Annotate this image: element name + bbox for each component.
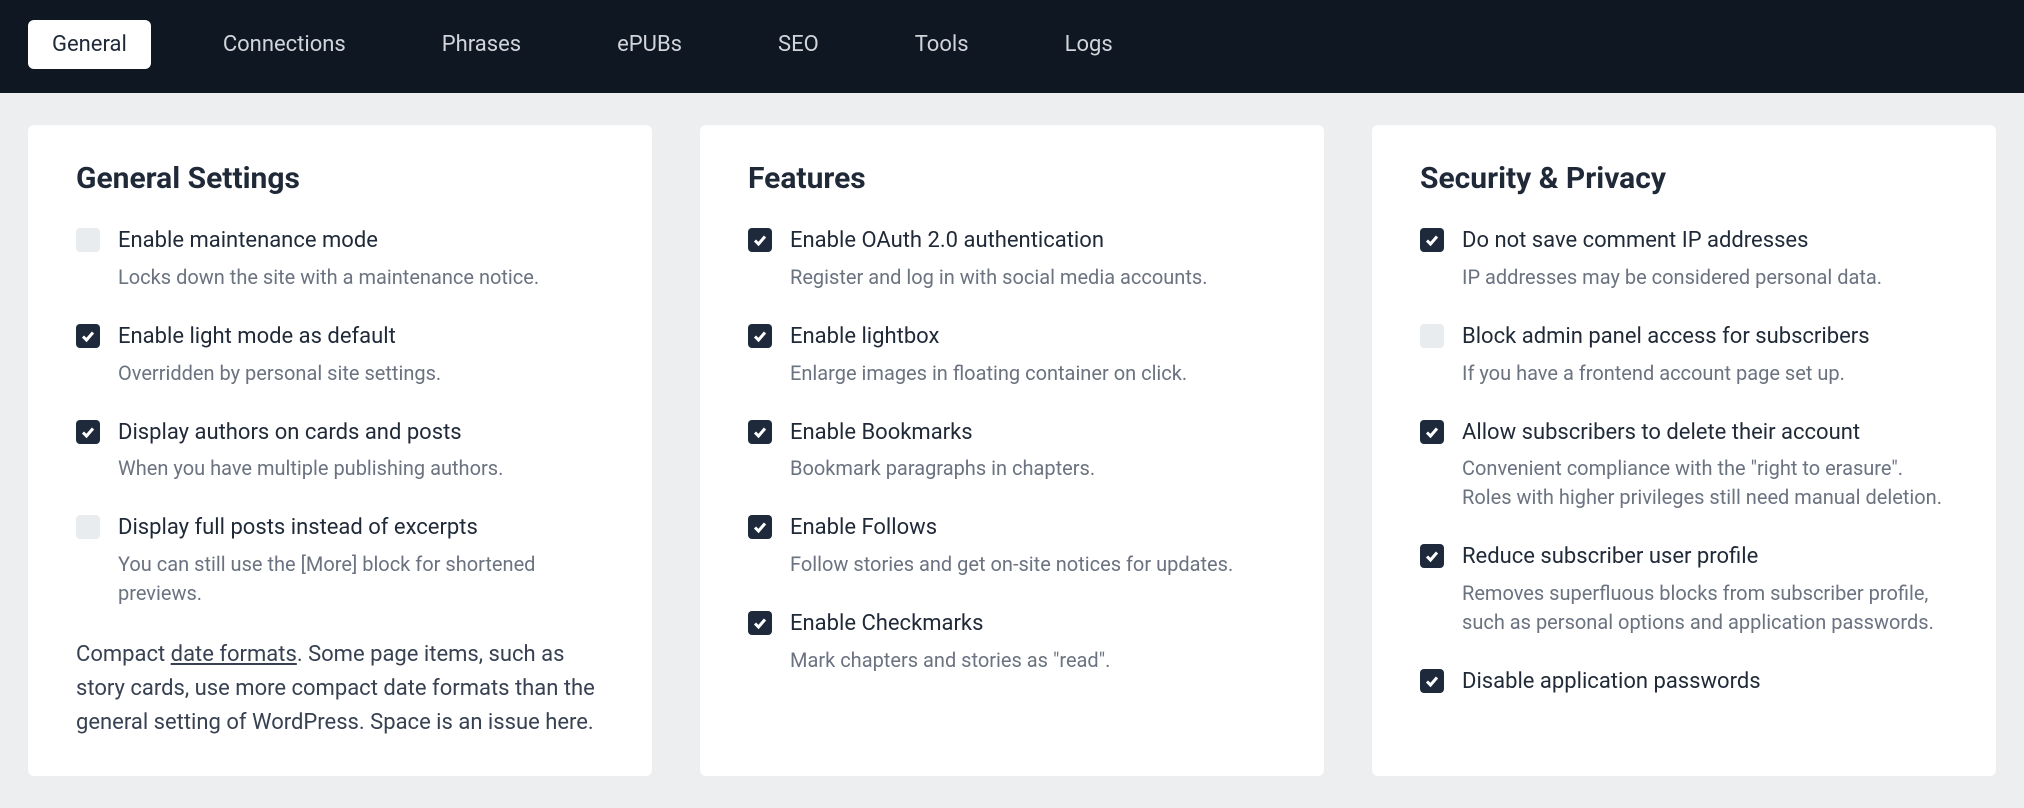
setting-row: Enable light mode as default Overridden … bbox=[76, 322, 604, 388]
setting-desc: Overridden by personal site settings. bbox=[118, 359, 604, 388]
setting-label: Reduce subscriber user profile bbox=[1462, 542, 1948, 573]
setting-row: Enable Follows Follow stories and get on… bbox=[748, 513, 1276, 579]
note-date-formats: Compact date formats. Some page items, s… bbox=[76, 638, 604, 740]
setting-desc: Follow stories and get on-site notices f… bbox=[790, 550, 1276, 579]
checkbox-subscribers-delete-account[interactable] bbox=[1420, 420, 1444, 444]
card-title: Features bbox=[748, 161, 1276, 196]
checkbox-no-comment-ip[interactable] bbox=[1420, 228, 1444, 252]
setting-row: Enable OAuth 2.0 authentication Register… bbox=[748, 226, 1276, 292]
setting-desc: Enlarge images in floating container on … bbox=[790, 359, 1276, 388]
link-date-formats[interactable]: date formats bbox=[171, 642, 297, 667]
checkbox-light-mode-default[interactable] bbox=[76, 324, 100, 348]
tab-general[interactable]: General bbox=[28, 20, 151, 69]
tab-connections[interactable]: Connections bbox=[199, 20, 370, 69]
setting-row: Block admin panel access for subscribers… bbox=[1420, 322, 1948, 388]
checkbox-checkmarks[interactable] bbox=[748, 611, 772, 635]
setting-desc: When you have multiple publishing author… bbox=[118, 454, 604, 483]
checkbox-block-admin-subscribers[interactable] bbox=[1420, 324, 1444, 348]
setting-row: Allow subscribers to delete their accoun… bbox=[1420, 418, 1948, 513]
setting-desc: You can still use the [More] block for s… bbox=[118, 550, 604, 608]
setting-label: Enable Follows bbox=[790, 513, 1276, 544]
tab-logs[interactable]: Logs bbox=[1041, 20, 1137, 69]
tab-epubs[interactable]: ePUBs bbox=[593, 20, 706, 69]
checkbox-maintenance-mode[interactable] bbox=[76, 228, 100, 252]
checkbox-lightbox[interactable] bbox=[748, 324, 772, 348]
setting-row: Display authors on cards and posts When … bbox=[76, 418, 604, 484]
setting-row: Do not save comment IP addresses IP addr… bbox=[1420, 226, 1948, 292]
setting-desc: Mark chapters and stories as "read". bbox=[790, 646, 1276, 675]
setting-row: Disable application passwords bbox=[1420, 667, 1948, 698]
setting-row: Enable Bookmarks Bookmark paragraphs in … bbox=[748, 418, 1276, 484]
setting-label: Enable OAuth 2.0 authentication bbox=[790, 226, 1276, 257]
card-general-settings: General Settings Enable maintenance mode… bbox=[28, 125, 652, 776]
tab-phrases[interactable]: Phrases bbox=[418, 20, 545, 69]
setting-label: Enable Checkmarks bbox=[790, 609, 1276, 640]
setting-label: Block admin panel access for subscribers bbox=[1462, 322, 1948, 353]
setting-desc: Removes superfluous blocks from subscrib… bbox=[1462, 579, 1948, 637]
content-area: General Settings Enable maintenance mode… bbox=[0, 93, 2024, 808]
setting-desc: Bookmark paragraphs in chapters. bbox=[790, 454, 1276, 483]
card-title: General Settings bbox=[76, 161, 604, 196]
setting-label: Enable light mode as default bbox=[118, 322, 604, 353]
setting-desc: Register and log in with social media ac… bbox=[790, 263, 1276, 292]
card-features: Features Enable OAuth 2.0 authentication… bbox=[700, 125, 1324, 776]
setting-label: Enable lightbox bbox=[790, 322, 1276, 353]
setting-row: Enable lightbox Enlarge images in floati… bbox=[748, 322, 1276, 388]
setting-row: Enable maintenance mode Locks down the s… bbox=[76, 226, 604, 292]
checkbox-full-posts[interactable] bbox=[76, 515, 100, 539]
checkbox-reduce-subscriber-profile[interactable] bbox=[1420, 544, 1444, 568]
setting-row: Reduce subscriber user profile Removes s… bbox=[1420, 542, 1948, 637]
setting-label: Disable application passwords bbox=[1462, 667, 1948, 698]
setting-desc: If you have a frontend account page set … bbox=[1462, 359, 1948, 388]
card-security-privacy: Security & Privacy Do not save comment I… bbox=[1372, 125, 1996, 776]
setting-label: Allow subscribers to delete their accoun… bbox=[1462, 418, 1948, 449]
setting-desc: Locks down the site with a maintenance n… bbox=[118, 263, 604, 292]
topbar: General Connections Phrases ePUBs SEO To… bbox=[0, 0, 2024, 93]
checkbox-bookmarks[interactable] bbox=[748, 420, 772, 444]
setting-row: Display full posts instead of excerpts Y… bbox=[76, 513, 604, 608]
tab-tools[interactable]: Tools bbox=[891, 20, 993, 69]
setting-label: Display authors on cards and posts bbox=[118, 418, 604, 449]
setting-label: Display full posts instead of excerpts bbox=[118, 513, 604, 544]
tab-seo[interactable]: SEO bbox=[754, 20, 843, 69]
checkbox-oauth[interactable] bbox=[748, 228, 772, 252]
setting-desc: IP addresses may be considered personal … bbox=[1462, 263, 1948, 292]
setting-row: Enable Checkmarks Mark chapters and stor… bbox=[748, 609, 1276, 675]
checkbox-disable-app-passwords[interactable] bbox=[1420, 669, 1444, 693]
checkbox-display-authors[interactable] bbox=[76, 420, 100, 444]
card-title: Security & Privacy bbox=[1420, 161, 1948, 196]
setting-desc: Convenient compliance with the "right to… bbox=[1462, 454, 1948, 512]
setting-label: Do not save comment IP addresses bbox=[1462, 226, 1948, 257]
setting-label: Enable Bookmarks bbox=[790, 418, 1276, 449]
setting-label: Enable maintenance mode bbox=[118, 226, 604, 257]
checkbox-follows[interactable] bbox=[748, 515, 772, 539]
